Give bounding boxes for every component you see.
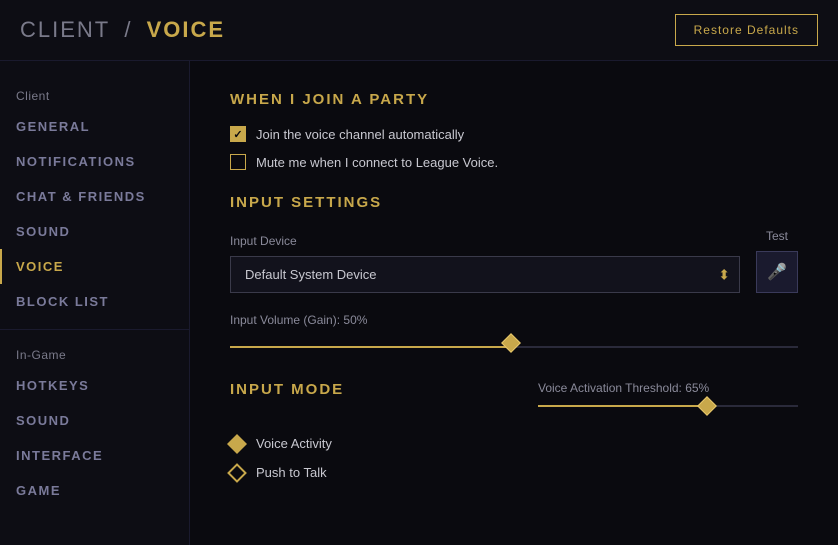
when-join-party-heading: WHEN I JOIN A PARTY	[230, 91, 798, 108]
sidebar-item-game[interactable]: GAME	[0, 473, 189, 508]
sidebar-item-voice[interactable]: VOICE	[0, 249, 189, 284]
sidebar-section-client: Client	[0, 81, 189, 109]
input-mode-heading: INPUT MODE	[230, 381, 344, 398]
sidebar-item-block-list[interactable]: BLOCK LIST	[0, 284, 189, 319]
volume-label: Input Volume (Gain): 50%	[230, 313, 798, 327]
breadcrumb-client: CLIENT	[20, 17, 110, 42]
volume-slider-container[interactable]	[230, 337, 798, 357]
page-title: CLIENT / VOICE	[20, 17, 225, 43]
sidebar-item-interface[interactable]: INTERFACE	[0, 438, 189, 473]
input-mode-section: INPUT MODE Voice Activation Threshold: 6…	[230, 381, 798, 480]
test-microphone-button[interactable]: 🎤	[756, 251, 798, 293]
threshold-thumb-wrapper[interactable]	[700, 399, 714, 413]
push-to-talk-radio[interactable]	[227, 463, 247, 483]
volume-slider-track	[230, 346, 798, 348]
input-device-select-wrapper: Default System Device ⬍	[230, 256, 740, 293]
threshold-label: Voice Activation Threshold: 65%	[538, 381, 798, 395]
input-mode-heading-group: INPUT MODE	[230, 381, 344, 416]
volume-slider-thumb[interactable]	[504, 336, 524, 356]
sidebar-item-notifications[interactable]: NOTIFICATIONS	[0, 144, 189, 179]
threshold-diamond-thumb	[697, 396, 717, 416]
input-settings-section: INPUT SETTINGS Input Device Default Syst…	[230, 194, 798, 357]
sidebar-divider	[0, 329, 189, 330]
input-settings-heading: INPUT SETTINGS	[230, 194, 798, 211]
breadcrumb-separator: /	[124, 17, 132, 42]
threshold-slider-track[interactable]	[538, 405, 798, 407]
volume-row: Input Volume (Gain): 50%	[230, 313, 798, 357]
sidebar-item-sound[interactable]: SOUND	[0, 214, 189, 249]
join-voice-checkbox[interactable]	[230, 126, 246, 142]
join-voice-label: Join the voice channel automatically	[256, 127, 464, 142]
input-device-label: Input Device	[230, 234, 740, 248]
microphone-icon: 🎤	[767, 262, 787, 282]
test-label: Test	[766, 229, 788, 243]
mute-checkbox[interactable]	[230, 154, 246, 170]
sidebar-section-ingame: In-Game	[0, 340, 189, 368]
threshold-slider-area: Voice Activation Threshold: 65%	[538, 381, 798, 407]
sidebar-item-sound-ingame[interactable]: SOUND	[0, 403, 189, 438]
volume-diamond-thumb	[501, 333, 521, 353]
voice-activity-radio-row[interactable]: Voice Activity	[230, 436, 798, 451]
main-layout: Client GENERAL NOTIFICATIONS CHAT & FRIE…	[0, 61, 838, 545]
voice-activity-label: Voice Activity	[256, 436, 332, 451]
mute-label: Mute me when I connect to League Voice.	[256, 155, 498, 170]
sidebar: Client GENERAL NOTIFICATIONS CHAT & FRIE…	[0, 61, 190, 545]
join-voice-checkbox-row[interactable]: Join the voice channel automatically	[230, 126, 798, 142]
breadcrumb-voice: VOICE	[147, 17, 225, 42]
push-to-talk-radio-row[interactable]: Push to Talk	[230, 465, 798, 480]
voice-activity-radio[interactable]	[227, 434, 247, 454]
push-to-talk-label: Push to Talk	[256, 465, 327, 480]
sidebar-item-hotkeys[interactable]: HOTKEYS	[0, 368, 189, 403]
sidebar-item-chat-friends[interactable]: CHAT & FRIENDS	[0, 179, 189, 214]
mute-checkbox-row[interactable]: Mute me when I connect to League Voice.	[230, 154, 798, 170]
content-area: WHEN I JOIN A PARTY Join the voice chann…	[190, 61, 838, 545]
app-header: CLIENT / VOICE Restore Defaults	[0, 0, 838, 61]
input-device-group: Input Device Default System Device ⬍	[230, 234, 740, 293]
sidebar-item-general[interactable]: GENERAL	[0, 109, 189, 144]
input-device-row: Input Device Default System Device ⬍ Tes…	[230, 229, 798, 293]
volume-slider-fill	[230, 346, 514, 348]
restore-defaults-button[interactable]: Restore Defaults	[675, 14, 818, 46]
input-device-select[interactable]: Default System Device	[230, 256, 740, 293]
test-group: Test 🎤	[756, 229, 798, 293]
threshold-fill	[538, 405, 707, 407]
input-mode-header: INPUT MODE Voice Activation Threshold: 6…	[230, 381, 798, 416]
